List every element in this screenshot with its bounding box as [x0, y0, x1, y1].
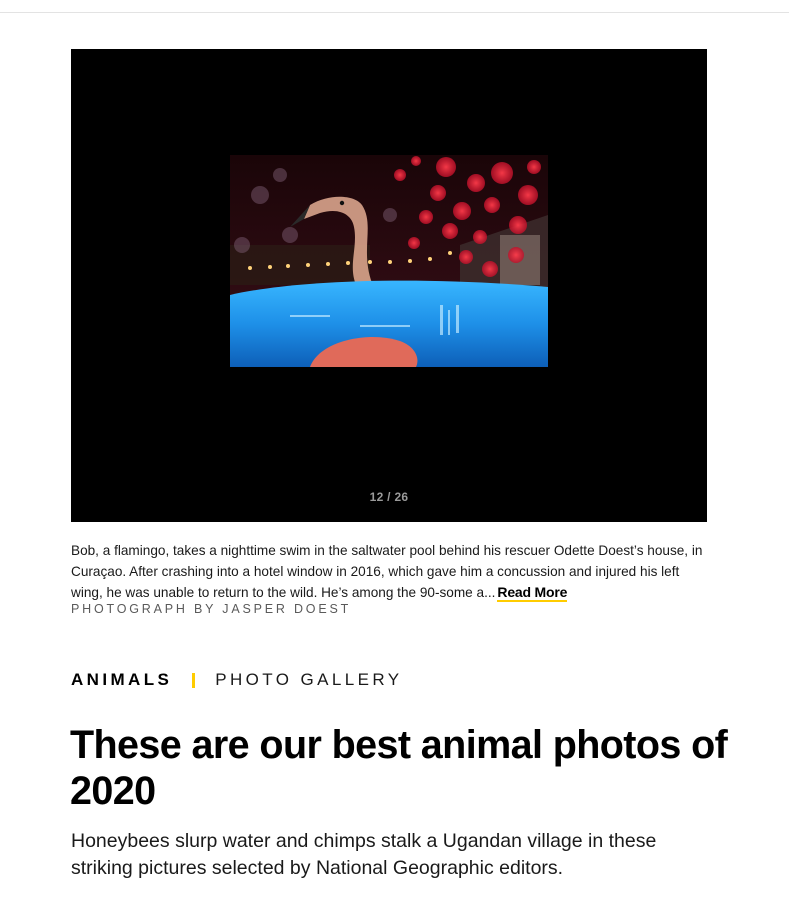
kicker-divider — [192, 672, 196, 688]
photo-credit: PHOTOGRAPH BY JASPER DOEST — [71, 602, 352, 616]
photo-caption: Bob, a flamingo, takes a nighttime swim … — [71, 540, 711, 603]
header-divider — [0, 12, 789, 13]
article-kicker: ANIMALS PHOTO GALLERY — [71, 669, 402, 691]
caption-text: Bob, a flamingo, takes a nighttime swim … — [71, 543, 703, 600]
photo-gallery-slideshow[interactable]: 12 / 26 — [71, 49, 707, 522]
article-headline: These are our best animal photos of 2020 — [70, 723, 728, 813]
read-more-link[interactable]: Read More — [497, 584, 567, 602]
content-type-label: PHOTO GALLERY — [215, 670, 403, 689]
slide-counter: 12 / 26 — [369, 490, 409, 504]
gallery-photo-flamingo[interactable] — [230, 155, 548, 367]
article-dek: Honeybees slurp water and chimps stalk a… — [71, 830, 657, 879]
category-link[interactable]: ANIMALS — [71, 670, 172, 690]
